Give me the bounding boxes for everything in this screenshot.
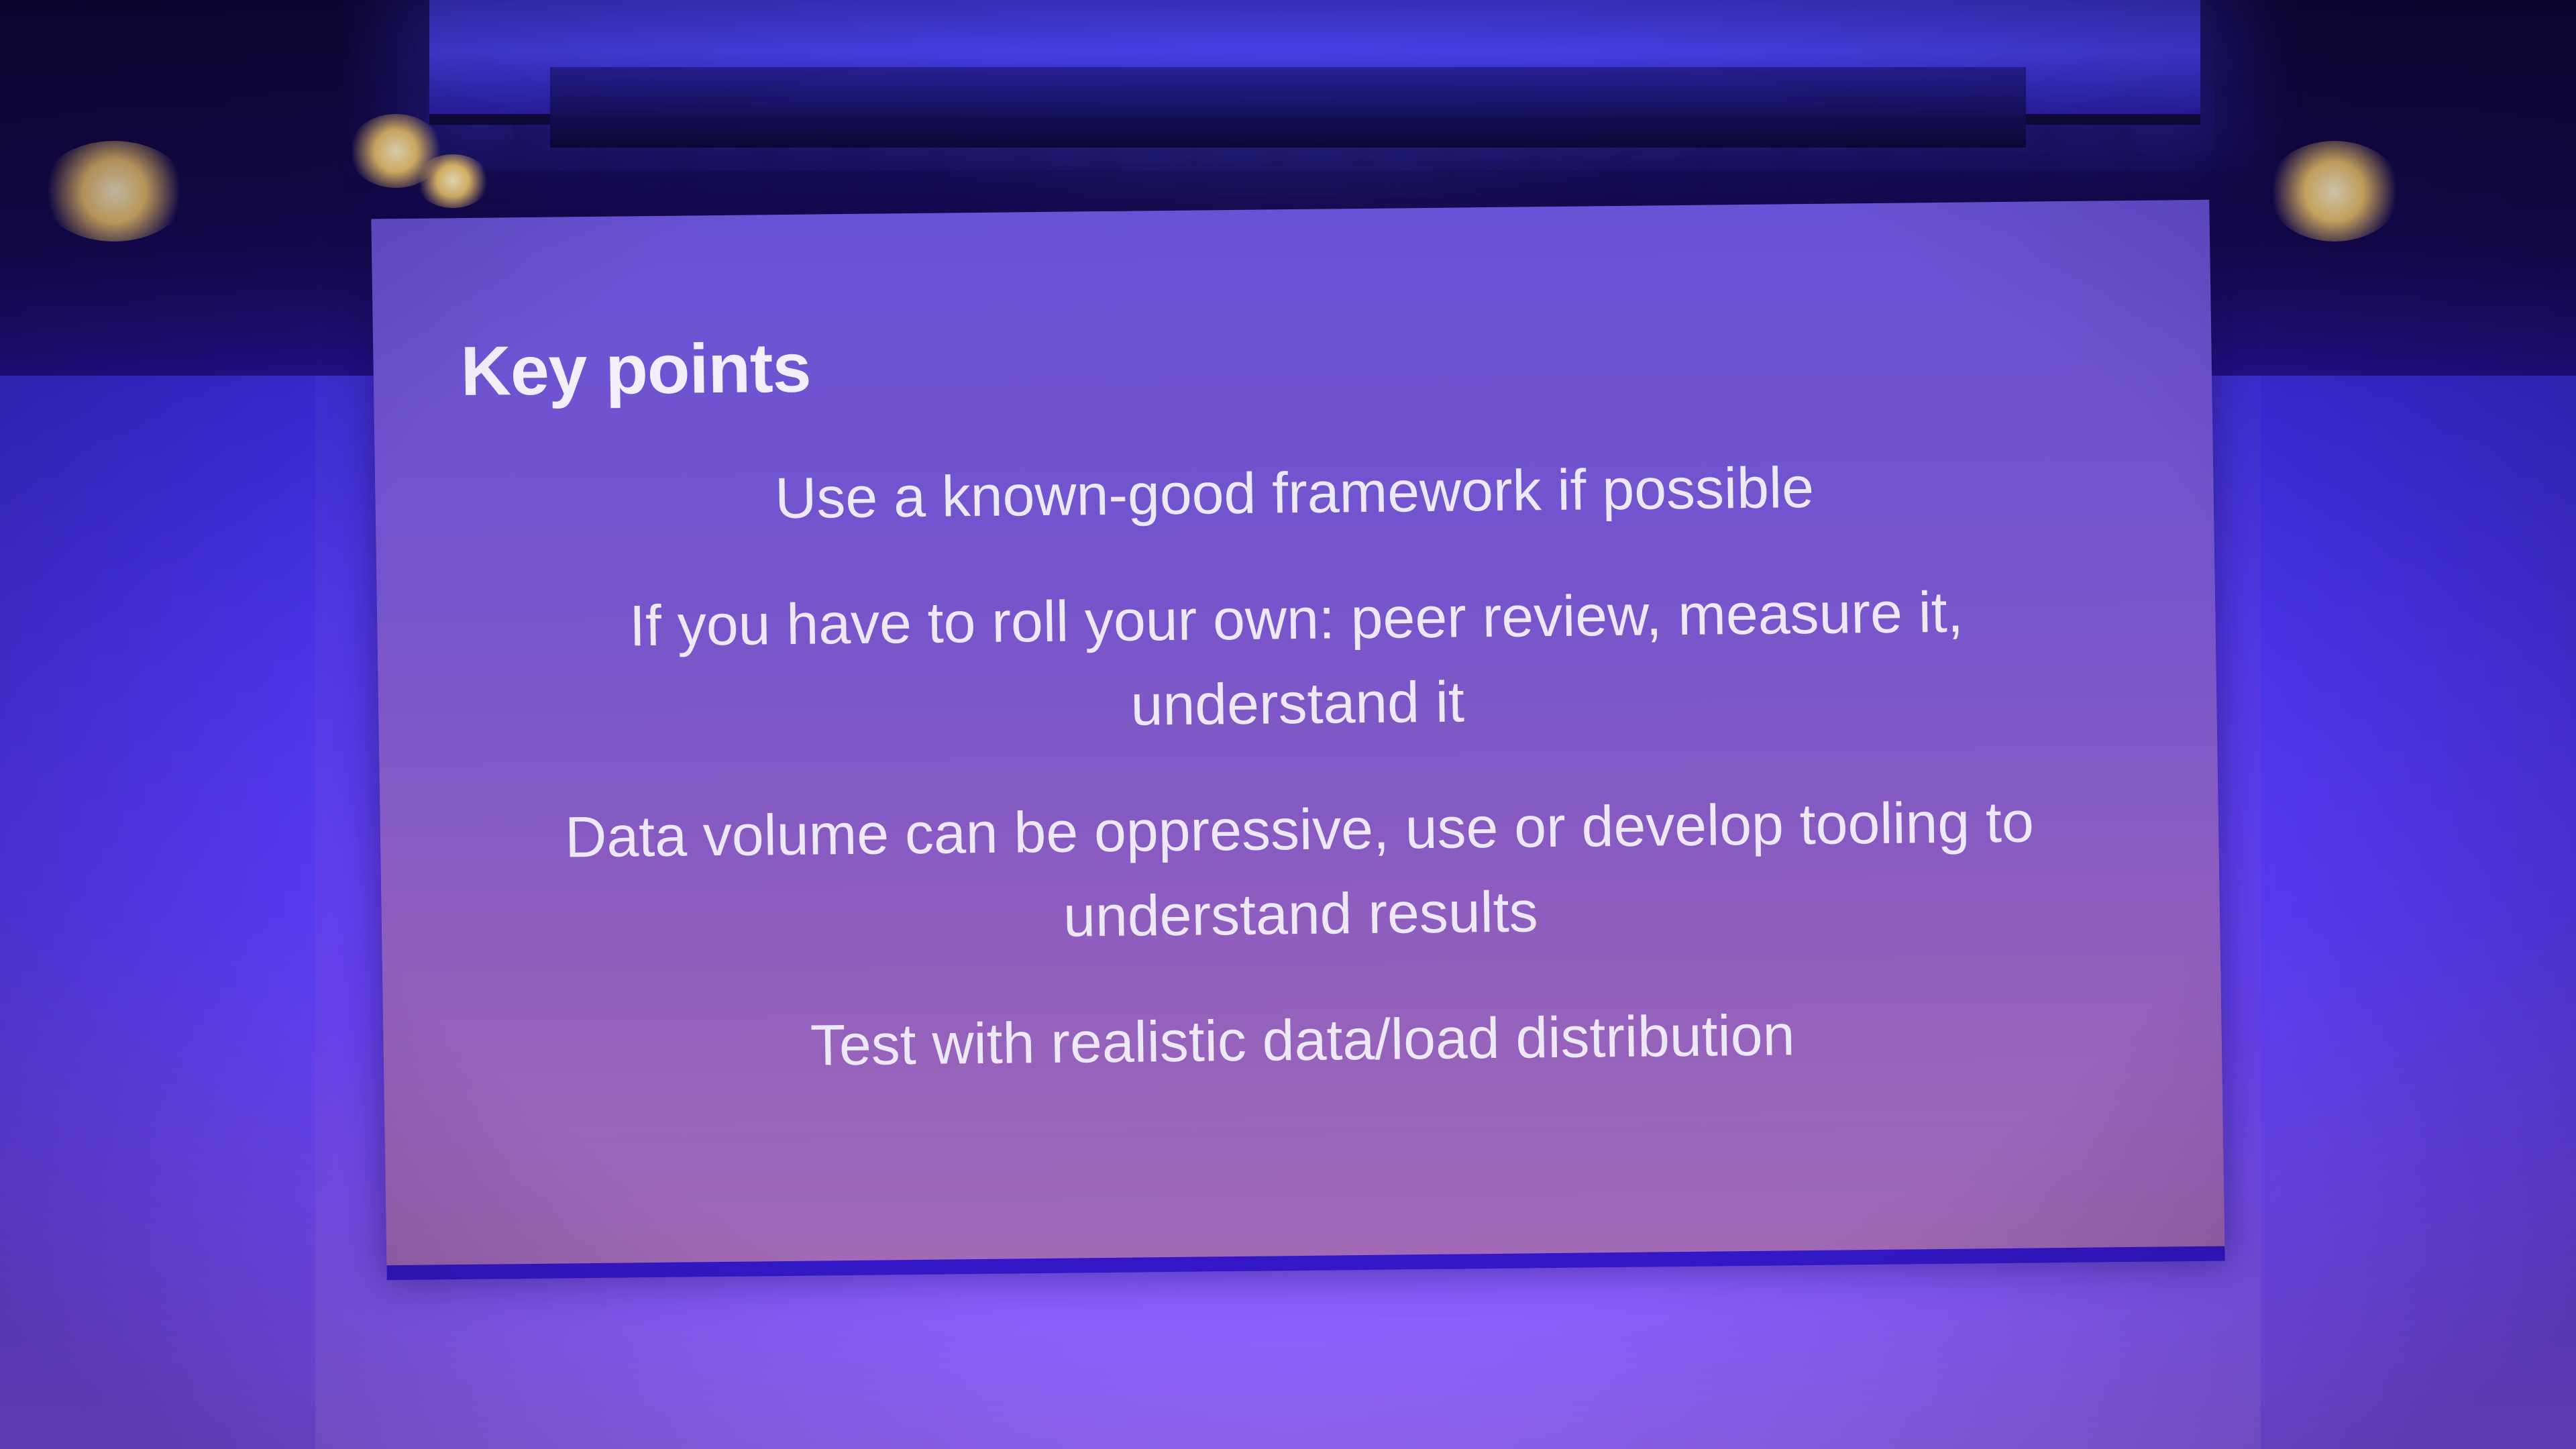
truss-underside <box>550 67 2026 148</box>
slide-point: Test with realistic data/load distributi… <box>810 1003 1796 1078</box>
slide-title: Key points <box>460 329 812 411</box>
slide-point: Data volume can be oppressive, use or de… <box>564 790 2035 949</box>
stage-light-right <box>2267 141 2402 241</box>
slide-bullet-list: Use a known-good framework if possible I… <box>375 441 2223 1134</box>
stage-light-left-3 <box>416 154 490 208</box>
slide-point: Use a known-good framework if possible <box>774 455 1815 531</box>
stage-light-left-1 <box>40 141 188 241</box>
stage-scene: Key points Use a known-good framework if… <box>0 0 2576 1449</box>
slide-point: If you have to roll your own: peer revie… <box>629 580 1964 738</box>
stage-wall-left <box>0 376 349 1449</box>
presentation-slide: Key points Use a known-good framework if… <box>371 199 2225 1281</box>
